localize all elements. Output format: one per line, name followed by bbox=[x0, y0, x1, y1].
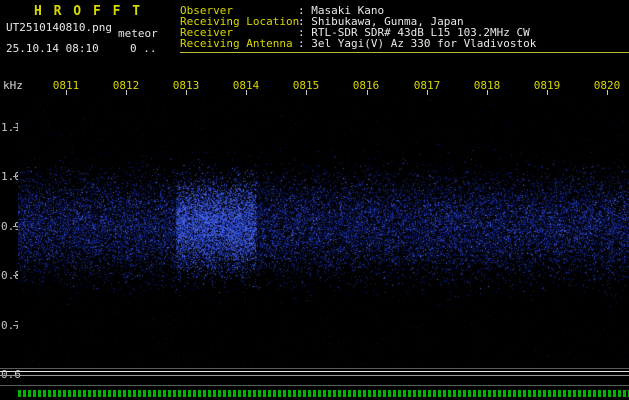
app-logo: H R O F F T bbox=[34, 4, 143, 19]
counter-label: 0 .. bbox=[130, 42, 157, 55]
level-line bbox=[0, 371, 629, 372]
info-row: Receiving Antenna : 3el Yagi(V) Az 330 f… bbox=[180, 38, 629, 49]
observation-note: meteor bbox=[118, 27, 158, 40]
activity-tick-bar bbox=[18, 390, 629, 397]
spectrogram-canvas bbox=[18, 95, 629, 365]
time-tick-label: 0816 bbox=[352, 79, 380, 92]
info-label: Receiving Antenna bbox=[180, 37, 293, 50]
level-graph-strip bbox=[0, 368, 629, 386]
hrofft-screen: H R O F F T UT2510140810.png meteor 25.1… bbox=[0, 0, 629, 400]
info-value: : 3el Yagi(V) Az 330 for Vladivostok bbox=[298, 37, 537, 50]
station-info: Observer : Masaki Kano Receiving Locatio… bbox=[180, 5, 629, 49]
header-divider bbox=[180, 52, 629, 53]
datetime-label: 25.10.14 08:10 bbox=[6, 42, 99, 55]
freq-unit-label: kHz bbox=[3, 79, 23, 92]
level-line bbox=[0, 375, 629, 376]
output-filename: UT2510140810.png bbox=[6, 21, 112, 34]
